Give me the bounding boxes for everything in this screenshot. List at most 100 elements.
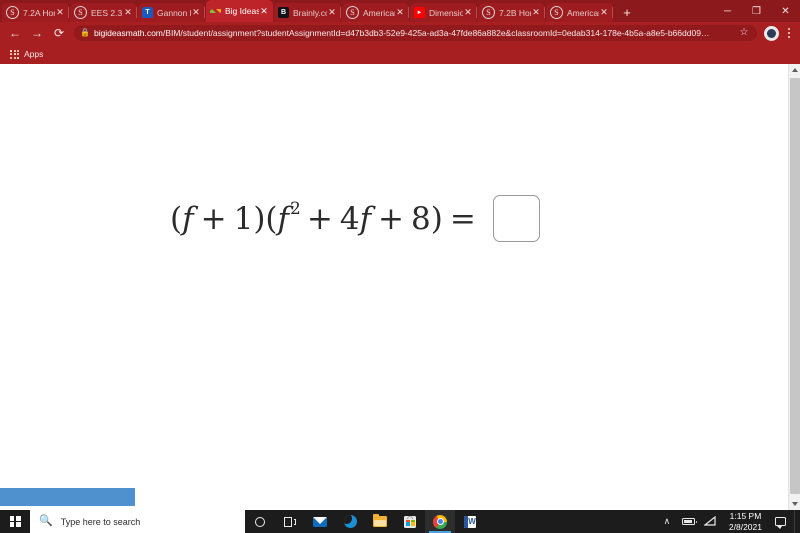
lock-icon: 🔒 [80, 28, 90, 37]
plus-operator-3: + [378, 200, 405, 237]
browser-tab[interactable]: S American ✕ [546, 3, 613, 22]
clock-date: 2/8/2021 [728, 521, 762, 532]
wifi-icon[interactable] [700, 510, 722, 533]
browser-tab[interactable]: S American ✕ [342, 3, 409, 22]
plus-operator: + [200, 200, 227, 237]
windows-logo-icon [9, 516, 21, 527]
bookmark-star-icon[interactable]: ☆ [737, 28, 751, 38]
right-paren-2: ) [430, 200, 443, 237]
constant-eight: 8 [411, 200, 431, 237]
profile-avatar[interactable] [764, 25, 779, 41]
address-bar[interactable]: 🔒 bigideasmath.com/BIM/student/assignmen… [74, 25, 757, 41]
tab-close-icon[interactable]: ✕ [259, 6, 269, 16]
answer-input[interactable] [492, 195, 540, 242]
tab-title: American [363, 7, 395, 18]
chrome-menu-icon[interactable] [782, 23, 796, 43]
scroll-down-icon[interactable] [789, 498, 800, 510]
browser-toolbar: ← → ⟳ 🔒 bigideasmath.com/BIM/student/ass… [0, 22, 800, 44]
tab-close-icon[interactable]: ✕ [123, 8, 133, 17]
show-desktop-button[interactable] [794, 510, 798, 533]
plus-operator-2: + [306, 200, 333, 237]
browser-tab[interactable]: T Gannon H ✕ [138, 3, 205, 22]
back-button[interactable]: ← [4, 23, 26, 43]
assignment-page: (f +1)(f 2 +4 f +8) = [0, 64, 788, 510]
browser-tab[interactable]: S 7.2B Hom ✕ [478, 3, 545, 22]
tab-close-icon[interactable]: ✕ [395, 8, 405, 17]
scroll-up-icon[interactable] [789, 64, 800, 76]
wifi-glyph [704, 516, 717, 526]
cortana-icon[interactable] [245, 510, 275, 533]
equals-sign: = [449, 200, 476, 237]
constant-one: 1 [233, 200, 254, 237]
minimize-button[interactable]: ─ [713, 0, 742, 22]
coefficient-four: 4 [339, 200, 360, 237]
schoology-icon: S [6, 6, 19, 19]
tab-title: Dimensio [429, 7, 463, 18]
microsoft-teams-icon: T [142, 7, 153, 18]
forward-button[interactable]: → [26, 23, 48, 43]
exponent-two: 2 [290, 198, 301, 219]
left-paren-2: ( [265, 200, 278, 237]
chrome-browser-window: S 7.2A Hom ✕ S EES 2.3.1 ( ✕ T Gannon H … [0, 0, 800, 510]
bookmark-apps[interactable]: Apps [10, 49, 43, 59]
start-button[interactable] [0, 510, 30, 533]
close-window-button[interactable]: ✕ [771, 0, 800, 22]
tab-close-icon[interactable]: ✕ [55, 8, 65, 17]
browser-tab[interactable]: ► Dimensio ✕ [410, 3, 477, 22]
task-view-icon[interactable] [275, 510, 305, 533]
notification-center-icon[interactable] [769, 510, 791, 533]
tab-strip: S 7.2A Hom ✕ S EES 2.3.1 ( ✕ T Gannon H … [0, 0, 800, 22]
word-icon[interactable] [455, 510, 485, 533]
variable-f-squared: f [277, 200, 290, 237]
url-text: bigideasmath.com/BIM/student/assignment?… [94, 28, 737, 38]
maximize-button[interactable]: ❐ [742, 0, 771, 22]
browser-tab[interactable]: B Brainly.co ✕ [274, 3, 341, 22]
file-explorer-icon[interactable] [365, 510, 395, 533]
window-controls: ─ ❐ ✕ [713, 0, 800, 22]
tab-close-icon[interactable]: ✕ [599, 8, 609, 17]
clock-time: 1:15 PM [729, 511, 762, 521]
tab-close-icon[interactable]: ✕ [327, 8, 337, 17]
system-tray: ∧ 1:15 PM 2/8/2021 [656, 510, 800, 533]
browser-tab[interactable]: S EES 2.3.1 ( ✕ [70, 3, 137, 22]
bookmark-apps-label: Apps [24, 49, 44, 59]
microsoft-store-icon[interactable] [395, 510, 425, 533]
youtube-icon: ► [414, 7, 425, 18]
battery-icon[interactable] [678, 510, 700, 533]
brainly-icon: B [278, 7, 289, 18]
screen: S 7.2A Hom ✕ S EES 2.3.1 ( ✕ T Gannon H … [0, 0, 800, 533]
windows-taskbar: 🔍 Type here to search ∧ 1:15 PM 2/8/20 [0, 510, 800, 533]
search-placeholder: Type here to search [60, 516, 141, 527]
search-icon: 🔍 [39, 515, 53, 527]
scrollbar-thumb[interactable] [790, 78, 800, 494]
page-scrollbar[interactable] [788, 64, 800, 510]
big-ideas-math-icon [210, 6, 221, 17]
url-path: /BIM/student/assignment?studentAssignmen… [162, 28, 710, 38]
mail-icon[interactable] [305, 510, 335, 533]
apps-grid-icon [10, 49, 19, 59]
tab-close-icon[interactable]: ✕ [191, 8, 201, 17]
tab-title: Brainly.co [293, 7, 327, 18]
tab-close-icon[interactable]: ✕ [531, 8, 541, 17]
new-tab-button[interactable]: + [617, 3, 637, 22]
taskbar-clock[interactable]: 1:15 PM 2/8/2021 [722, 511, 769, 532]
page-viewport: (f +1)(f 2 +4 f +8) = [0, 64, 800, 510]
browser-tab-active[interactable]: Big Ideas ✕ [206, 0, 273, 22]
right-paren: ) [253, 200, 266, 237]
url-domain: bigideasmath.com [93, 28, 163, 38]
tab-close-icon[interactable]: ✕ [463, 8, 473, 17]
chrome-icon[interactable] [425, 510, 455, 533]
taskbar-search-input[interactable]: 🔍 Type here to search [30, 510, 245, 533]
tab-title: 7.2A Hom [23, 7, 55, 18]
reload-button[interactable]: ⟳ [48, 23, 70, 43]
tab-title: American [567, 7, 599, 18]
edge-icon[interactable] [335, 510, 365, 533]
left-paren: ( [170, 200, 183, 237]
tab-title: EES 2.3.1 ( [91, 7, 123, 18]
schoology-icon: S [550, 6, 563, 19]
bookmarks-bar: Apps [0, 44, 800, 64]
browser-tab[interactable]: S 7.2A Hom ✕ [2, 3, 69, 22]
tab-title: Big Ideas [225, 6, 259, 16]
tray-overflow-icon[interactable]: ∧ [656, 510, 678, 533]
variable-f-2: f [359, 200, 372, 237]
